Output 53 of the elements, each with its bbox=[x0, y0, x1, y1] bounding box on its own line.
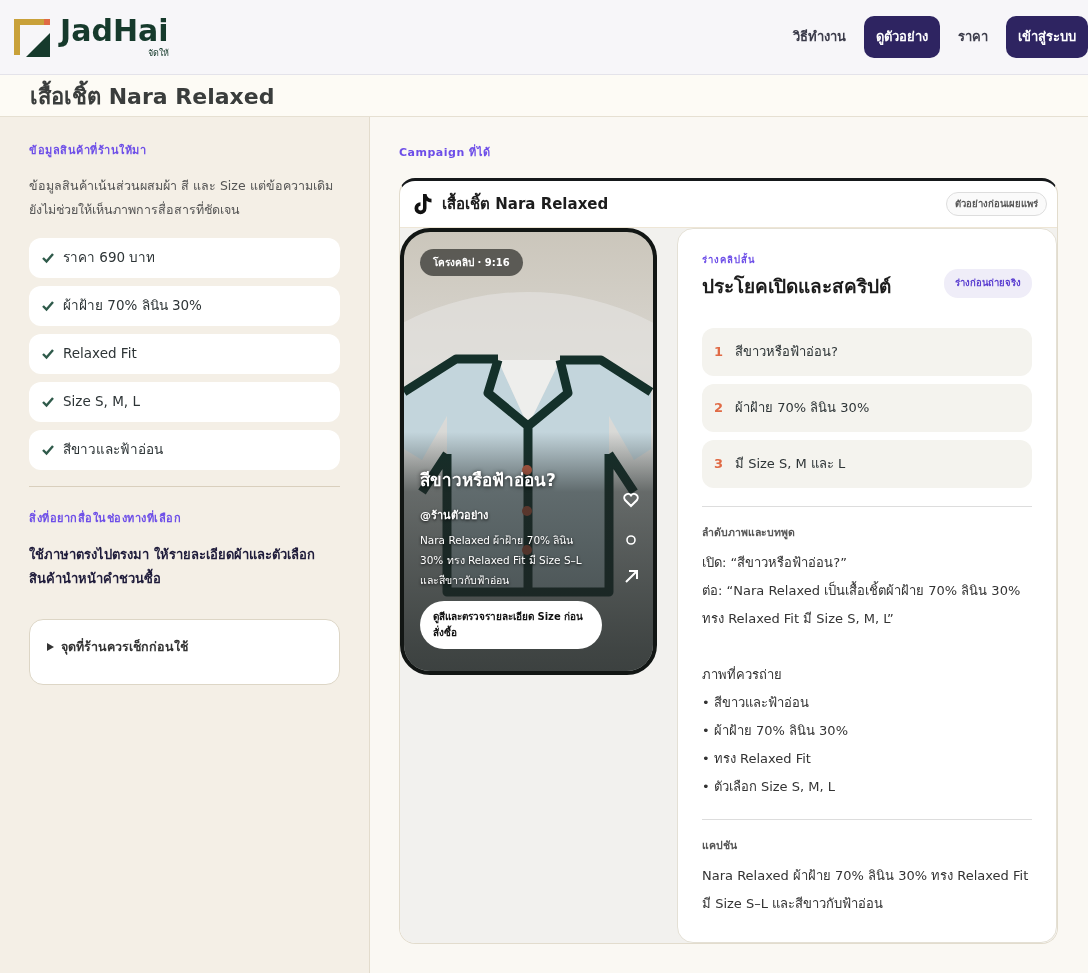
page-title: เสื้อเชิ้ต Nara Relaxed bbox=[30, 80, 275, 113]
check-icon bbox=[41, 347, 54, 360]
fact-text: ราคา 690 บาท bbox=[63, 248, 156, 268]
hook-number: 3 bbox=[714, 455, 724, 474]
shot-item: • ผ้าฝ้าย 70% ลินิน 30% bbox=[702, 721, 849, 740]
section-label: ข้อมูลสินค้าที่ร้านให้มา bbox=[29, 143, 147, 160]
hook-number: 2 bbox=[714, 399, 724, 418]
nav-button[interactable]: เข้าสู่ระบบ bbox=[1006, 16, 1088, 58]
music-note-icon bbox=[412, 192, 432, 215]
arrow-icon bbox=[624, 569, 639, 585]
nav-link[interactable]: ราคา bbox=[948, 19, 998, 55]
panel-title: ประโยคเปิดและสคริปต์ bbox=[702, 273, 891, 299]
draft-badge: ร่างก่อนถ่ายจริง bbox=[944, 269, 1032, 298]
logo-icon bbox=[12, 17, 52, 57]
circle-icon bbox=[625, 534, 637, 547]
check-icon bbox=[41, 395, 54, 408]
check-icon bbox=[41, 251, 54, 264]
script-line: เปิด: “สีขาวหรือฟ้าอ่อน?” bbox=[702, 553, 848, 572]
fact-text: Relaxed Fit bbox=[63, 344, 137, 364]
check-icon bbox=[41, 443, 54, 456]
campaign-title: เสื้อเชิ้ต Nara Relaxed bbox=[442, 192, 609, 215]
check-icon bbox=[41, 299, 54, 312]
section-label: สิ่งที่อยากสื่อในช่องทางที่เลือก bbox=[29, 510, 182, 527]
panel-eyebrow: ร่างคลิปสั้น bbox=[702, 253, 756, 268]
fact-text: สีขาวและฟ้าอ่อน bbox=[63, 440, 163, 460]
section-label: ลำดับภาพและบทพูด bbox=[702, 525, 796, 541]
description: ข้อมูลสินค้าเน้นส่วนผสมผ้า สี และ Size แต่ข้อความเดิมยังไม่ช่วยให้เห็นภาพการสื่อสารที่ชัดเจน bbox=[29, 176, 334, 219]
heart-icon bbox=[623, 492, 639, 509]
hook-text: มี Size S, M และ L bbox=[735, 455, 846, 474]
nav-button[interactable]: ดูตัวอย่าง bbox=[864, 16, 940, 58]
shot-item: • สีขาวและฟ้าอ่อน bbox=[702, 693, 810, 712]
checklist-toggle[interactable]: จุดที่ร้านควรเช็กก่อนใช้ bbox=[29, 619, 340, 685]
brand-tagline: จัดให้ bbox=[147, 47, 169, 59]
section-label: Campaign ที่ได้ bbox=[399, 145, 492, 161]
shots-heading: ภาพที่ควรถ่าย bbox=[702, 665, 783, 684]
goal-text: ใช้ภาษาตรงไปตรงมา ให้รายละเอียดผ้าและตัวเลือกสินค้านำหน้าคำชวนซื้อ bbox=[29, 545, 316, 588]
status-badge: ตัวอย่างก่อนเผยแพร่ bbox=[946, 191, 1047, 216]
nav-link[interactable]: วิธีทำงาน bbox=[783, 19, 856, 55]
hook-number: 1 bbox=[714, 343, 724, 362]
fact-text: ผ้าฝ้าย 70% ลินิน 30% bbox=[63, 296, 202, 316]
fact-text: Size S, M, L bbox=[63, 392, 140, 412]
account-handle: @ร้านตัวอย่าง bbox=[420, 508, 488, 525]
brand-name: JadHai bbox=[60, 15, 169, 46]
section-label: แคปชัน bbox=[702, 837, 738, 853]
script-line: ต่อ: “Nara Relaxed เป็นเสื้อเชิ้ตผ้าฝ้าย 70% ลินิน 30% ทรง Relaxed Fit มี Size S, M, L” bbox=[702, 580, 1022, 628]
caption-text: Nara Relaxed ผ้าฝ้าย 70% ลินิน 30% ทรง Relaxed Fit มี Size S–L และสีขาวกับฟ้าอ่อน bbox=[702, 866, 1030, 913]
cta-button[interactable]: ดูสีและตรวจรายละเอียด Size ก่อนสั่งซื้อ bbox=[420, 601, 602, 650]
hook-text: สีขาวหรือฟ้าอ่อน? bbox=[735, 343, 838, 362]
clip-format-badge: โครงคลิป · 9:16 bbox=[420, 249, 523, 277]
video-caption: Nara Relaxed ผ้าฝ้าย 70% ลินิน 30% ทรง Relaxed Fit มี Size S–L และสีขาวกับฟ้าอ่อน bbox=[420, 533, 583, 589]
hook-text: ผ้าฝ้าย 70% ลินิน 30% bbox=[735, 399, 870, 418]
shot-item: • ทรง Relaxed Fit bbox=[702, 749, 812, 768]
shot-item: • ตัวเลือก Size S, M, L bbox=[702, 777, 836, 796]
